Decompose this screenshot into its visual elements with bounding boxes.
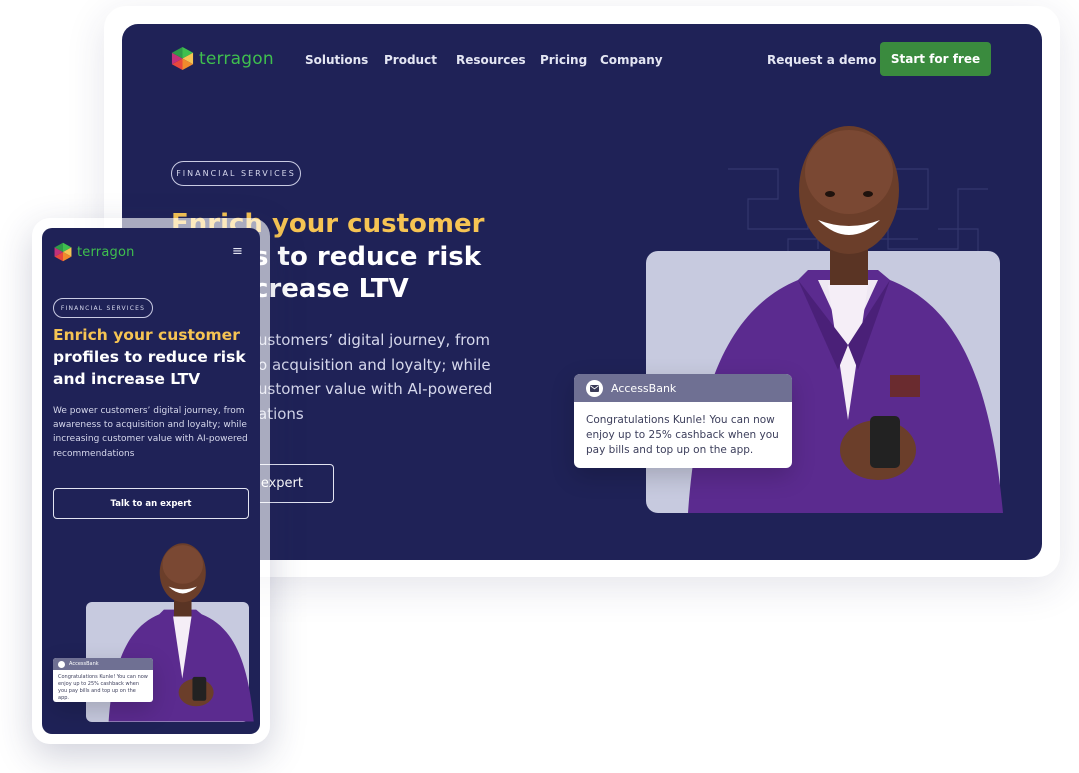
mobile-notification-card: AccessBank Congratulations Kunle! You ca… [53, 658, 153, 702]
notification-header: AccessBank [574, 374, 792, 402]
mobile-category-badge: FINANCIAL SERVICES [53, 298, 153, 318]
mobile-notification-header: AccessBank [53, 658, 153, 670]
top-navigation: terragon Solutions Product Resources Pri… [122, 24, 1042, 96]
nav-company[interactable]: Company [600, 53, 663, 67]
envelope-icon [586, 379, 603, 397]
menu-icon[interactable]: ≡ [232, 244, 243, 259]
hero-description-line2: o acquisition and loyalty; while [258, 355, 491, 374]
brand-logo[interactable]: terragon [170, 46, 274, 71]
mobile-hero-title: Enrich your customer profiles to reduce … [53, 324, 246, 390]
hero-description-line4: ations [258, 404, 304, 423]
mobile-notification-bank-name: AccessBank [69, 661, 99, 667]
category-badge: FINANCIAL SERVICES [171, 161, 301, 186]
envelope-icon [58, 660, 65, 668]
nav-product[interactable]: Product [384, 53, 437, 67]
mobile-hero-title-accent: Enrich your customer [53, 326, 240, 344]
mobile-notification-message: Congratulations Kunle! You can now enjoy… [58, 674, 148, 701]
mobile-screen: terragon ≡ FINANCIAL SERVICES Enrich you… [42, 228, 260, 734]
hero-description: ustomers’ digital journey, from o acquis… [258, 328, 492, 426]
nav-resources[interactable]: Resources [456, 53, 526, 67]
request-demo-link[interactable]: Request a demo [767, 53, 876, 67]
mobile-device-frame: terragon ≡ FINANCIAL SERVICES Enrich you… [32, 218, 270, 744]
brand-name: terragon [199, 48, 274, 69]
hero-description-line1: ustomers’ digital journey, from [258, 331, 490, 349]
nav-pricing[interactable]: Pricing [540, 53, 587, 67]
start-for-free-button[interactable]: Start for free [880, 42, 991, 76]
mobile-hero-title-line2: profiles to reduce risk [53, 348, 246, 366]
mobile-brand-logo[interactable]: terragon [53, 242, 135, 262]
nav-solutions[interactable]: Solutions [305, 53, 368, 67]
hero-description-line3: ustomer value with AI-powered [258, 380, 493, 398]
notification-bank-name: AccessBank [611, 381, 677, 395]
mobile-brand-name: terragon [77, 244, 135, 260]
mobile-talk-to-expert-button[interactable]: Talk to an expert [53, 488, 249, 519]
mobile-hero-description: We power customers’ digital journey, fro… [53, 406, 248, 459]
terragon-logo-icon [54, 242, 72, 262]
terragon-logo-icon [171, 46, 194, 71]
notification-card: AccessBank Congratulations Kunle! You ca… [574, 374, 792, 468]
mobile-hero-title-line3: and increase LTV [53, 370, 201, 388]
notification-message: Congratulations Kunle! You can now enjoy… [586, 414, 779, 456]
